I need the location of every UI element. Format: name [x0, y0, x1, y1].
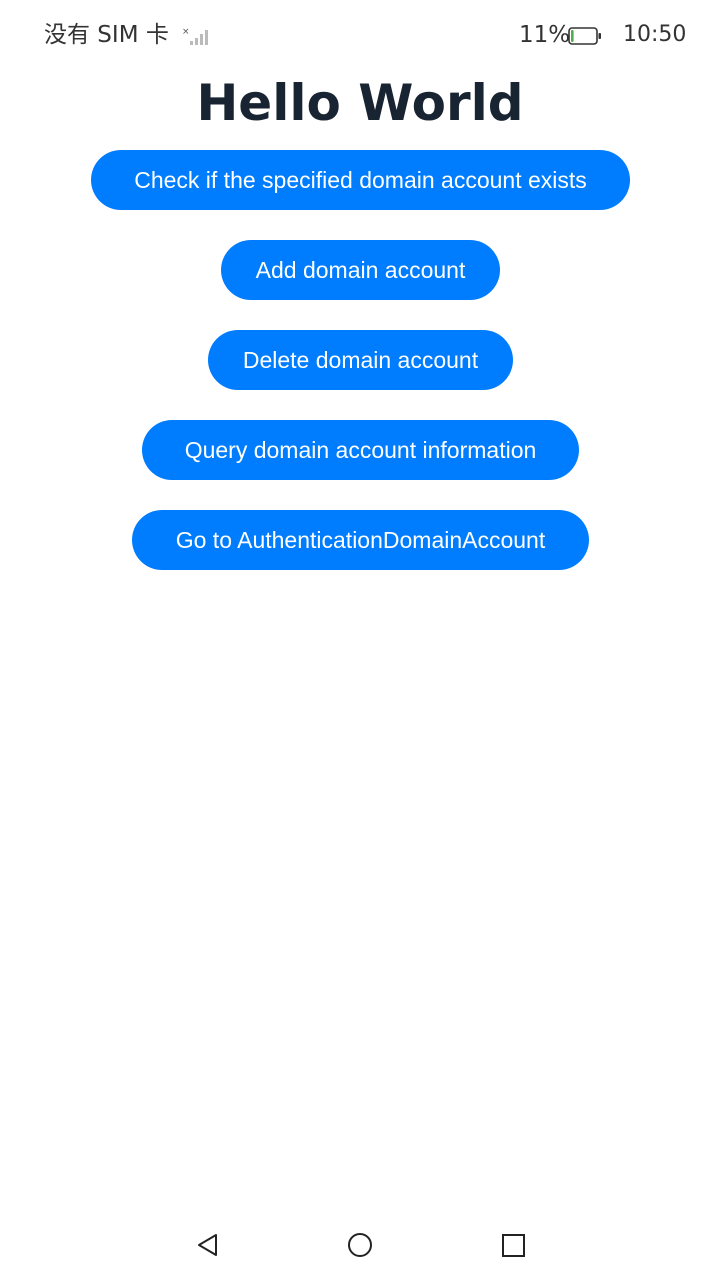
back-icon[interactable] [190, 1228, 224, 1262]
screen: 没有 SIM 卡 × 11% 10:50 Hello World Check i… [0, 0, 720, 1280]
carrier-label: 没有 SIM 卡 [44, 22, 169, 48]
recent-apps-icon[interactable] [496, 1228, 530, 1262]
navigation-bar [0, 1210, 720, 1280]
no-signal-icon: × [182, 27, 208, 45]
check-domain-account-button[interactable]: Check if the specified domain account ex… [91, 150, 630, 210]
page-title: Hello World [196, 74, 524, 132]
query-domain-account-button[interactable]: Query domain account information [142, 420, 579, 480]
battery-icon [568, 27, 601, 45]
go-to-authentication-button[interactable]: Go to AuthenticationDomainAccount [132, 510, 589, 570]
clock: 10:50 [623, 22, 687, 47]
home-icon[interactable] [343, 1228, 377, 1262]
svg-text:×: × [182, 27, 190, 37]
add-domain-account-button[interactable]: Add domain account [221, 240, 500, 300]
battery-percent: 11% [519, 22, 571, 48]
status-bar: 没有 SIM 卡 × 11% 10:50 [0, 0, 720, 70]
delete-domain-account-button[interactable]: Delete domain account [208, 330, 513, 390]
